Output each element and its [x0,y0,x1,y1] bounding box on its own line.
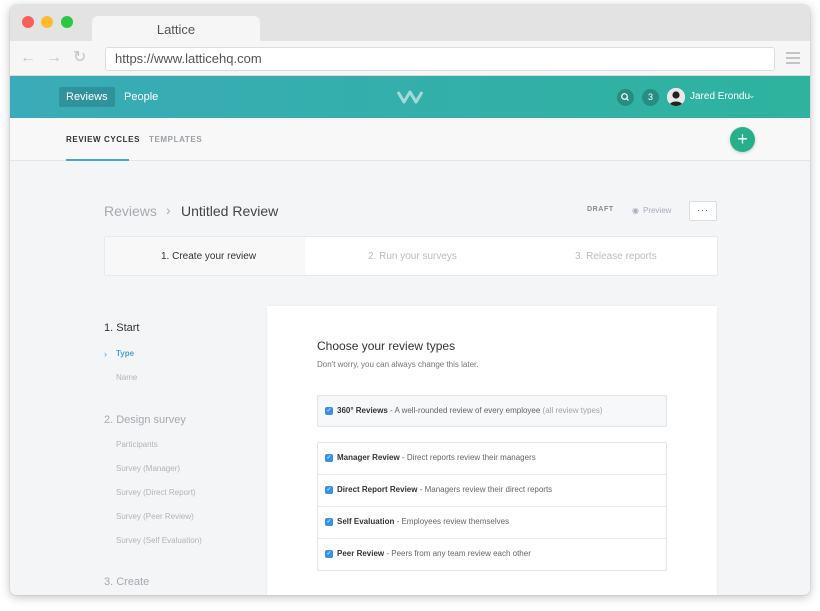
option-name: Manager Review [337,453,400,462]
option-360-reviews[interactable]: ✓ 360° Reviews - A well-rounded review o… [317,395,667,427]
close-window-button[interactable] [22,16,34,28]
checkbox-360-reviews[interactable]: ✓ [325,407,333,415]
preview-button[interactable]: ◉ Preview [632,206,675,215]
outline-section-start[interactable]: 1. Start [104,322,139,334]
preview-label: Preview [642,206,672,215]
forward-arrow-icon[interactable]: → [46,49,62,67]
outline-item-survey-manager[interactable]: Survey (Manager) [116,464,180,473]
outline-item-survey-direct-report[interactable]: Survey (Direct Report) [116,488,196,497]
option-text: Manager Review - Direct reports review t… [337,453,536,462]
option-peer-review[interactable]: ✓ Peer Review - Peers from any team revi… [318,539,666,571]
eye-icon: ◉ [632,206,639,215]
option-description: - A well-rounded review of every employe… [387,406,543,415]
active-tab-underline [66,159,129,161]
option-manager-review[interactable]: ✓ Manager Review - Direct reports review… [318,443,666,475]
option-description: - Direct reports review their managers [399,453,536,462]
checkbox-peer-review[interactable]: ✓ [325,550,333,558]
active-step-arrow [294,237,306,275]
reload-icon[interactable]: ↻ [73,49,86,67]
maximize-window-button[interactable] [61,16,73,28]
outline-item-survey-peer-review[interactable]: Survey (Peer Review) [116,512,194,521]
nav-people[interactable]: People [117,87,165,107]
option-name: Self Evaluation [337,517,395,526]
nav-reviews[interactable]: Reviews [59,87,115,107]
option-description: - Peers from any team review each other [384,549,531,558]
card-subtitle: Don't worry, you can always change this … [317,360,479,369]
card-title: Choose your review types [317,339,456,353]
checkbox-self-evaluation[interactable]: ✓ [325,518,333,526]
status-badge: DRAFT [587,206,614,213]
outline-item-name[interactable]: Name [116,373,137,382]
option-name: Peer Review [337,549,385,558]
option-direct-report-review[interactable]: ✓ Direct Report Review - Managers review… [318,475,666,507]
outline-item-survey-self-evaluation[interactable]: Survey (Self Evaluation) [116,536,202,545]
option-note: (all review types) [542,406,603,415]
option-description: - Managers review their direct reports [417,485,553,494]
user-name[interactable]: Jared Erondu [690,91,750,102]
option-text: Direct Report Review - Managers review t… [337,485,552,494]
option-self-evaluation[interactable]: ✓ Self Evaluation - Employees review the… [318,507,666,539]
chevron-right-icon: › [104,349,107,359]
app-header: Reviews People 3 Jared Erondu ⌄ [10,76,810,118]
search-icon[interactable] [617,89,634,106]
notification-count-badge[interactable]: 3 [642,89,659,106]
browser-tab[interactable]: Lattice [92,16,260,42]
browser-toolbar: ← → ↻ https://www.latticehq.com [10,41,810,76]
breadcrumb-chevron-right-icon: › [166,202,171,218]
outline-item-type[interactable]: Type [116,349,134,358]
url-bar[interactable]: https://www.latticehq.com [105,47,775,71]
more-options-button[interactable]: ··· [689,201,717,221]
option-text: Peer Review - Peers from any team review… [337,549,531,558]
progress-stepper: 1. Create your review 2. Run your survey… [104,236,718,276]
user-avatar[interactable] [667,88,685,106]
step-create-review[interactable]: 1. Create your review [161,251,256,262]
browser-window: Lattice ← → ↻ https://www.latticehq.com … [10,5,810,595]
lattice-logo-icon[interactable] [396,89,424,105]
option-name: 360° Reviews [337,406,388,415]
browser-tab-bar: Lattice [10,5,810,42]
back-arrow-icon[interactable]: ← [20,49,36,67]
option-text: Self Evaluation - Employees review thems… [337,517,509,526]
step-release-reports[interactable]: 3. Release reports [575,251,657,262]
user-menu-chevron-down-icon[interactable]: ⌄ [748,90,756,101]
add-review-button[interactable]: + [730,127,755,152]
tab-review-cycles[interactable]: REVIEW CYCLES [66,135,140,144]
page-title: Untitled Review [181,203,279,219]
checkbox-direct-report-review[interactable]: ✓ [325,486,333,494]
breadcrumb-reviews-link[interactable]: Reviews [104,203,157,219]
minimize-window-button[interactable] [41,16,53,28]
browser-menu-icon[interactable] [786,52,800,67]
option-name: Direct Report Review [337,485,418,494]
outline-item-participants[interactable]: Participants [116,440,158,449]
outline-section-create[interactable]: 3. Create [104,576,149,588]
checkbox-manager-review[interactable]: ✓ [325,454,333,462]
tab-templates[interactable]: TEMPLATES [149,135,202,144]
review-types-card: Choose your review types Don't worry, yo… [267,306,717,595]
outline-section-design-survey[interactable]: 2. Design survey [104,414,186,426]
review-type-options: ✓ Manager Review - Direct reports review… [317,442,667,571]
sub-navigation: REVIEW CYCLES TEMPLATES [10,118,810,161]
step-run-surveys[interactable]: 2. Run your surveys [368,251,457,262]
option-description: - Employees review themselves [394,517,510,526]
option-360-text: 360° Reviews - A well-rounded review of … [337,406,603,415]
